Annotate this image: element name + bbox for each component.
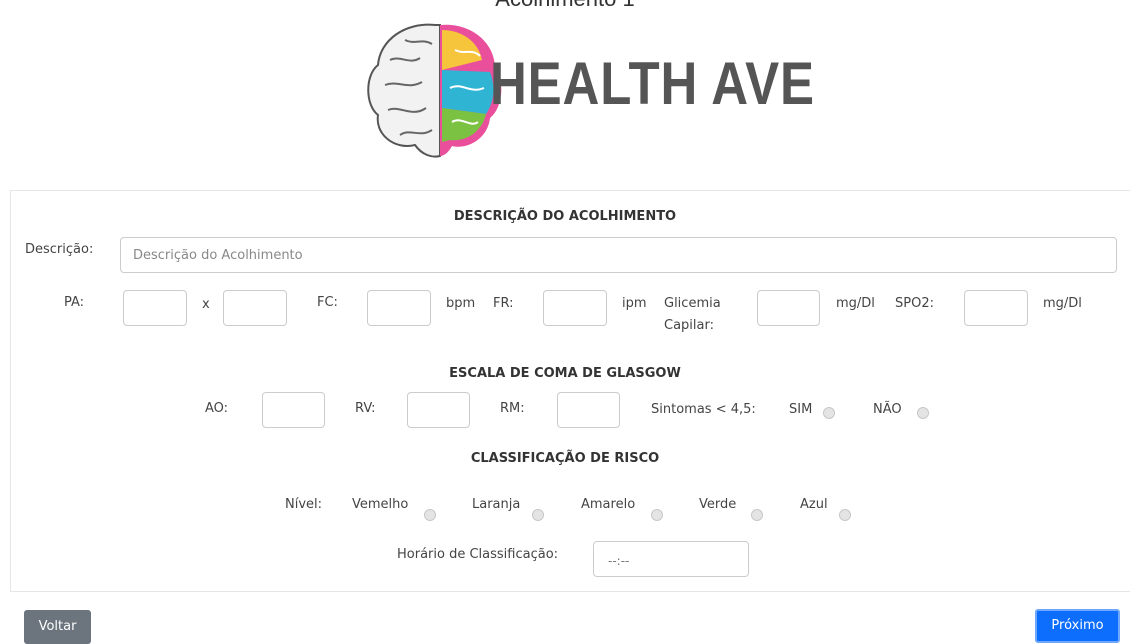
fr-input[interactable] (543, 290, 607, 326)
glicemia-input[interactable] (757, 290, 820, 326)
rm-input[interactable] (557, 392, 620, 428)
fc-label: FC: (317, 295, 338, 310)
level-label-azul: Azul (800, 497, 828, 512)
nao-radio[interactable] (917, 407, 929, 419)
level-label: Nível: (285, 497, 323, 512)
level-label-amarelo: Amarelo (581, 497, 636, 512)
description-label: Descrição: (25, 242, 94, 257)
next-button[interactable]: Próximo (1035, 609, 1120, 643)
ao-label: AO: (205, 401, 229, 416)
level-radio-laranja[interactable] (532, 509, 544, 521)
fc-input[interactable] (367, 290, 431, 326)
level-radio-verde[interactable] (751, 509, 763, 521)
level-radio-vermelho[interactable] (424, 509, 436, 521)
rm-label: RM: (500, 401, 525, 416)
fr-label: FR: (493, 296, 514, 311)
rv-input[interactable] (407, 392, 470, 428)
bpm-unit: bpm (446, 296, 476, 311)
level-label-vermelho: Vemelho (352, 497, 409, 512)
sim-radio[interactable] (823, 407, 835, 419)
level-label-verde: Verde (699, 497, 737, 512)
glicemia-unit: mg/Dl (836, 296, 875, 311)
level-radio-amarelo[interactable] (651, 509, 663, 521)
section-title-description: DESCRIÇÃO DO ACOLHIMENTO (453, 209, 677, 224)
classification-time-label: Horário de Classificação: (397, 547, 559, 562)
brand-name: HEALTH AVE (490, 50, 815, 117)
level-radio-azul[interactable] (839, 509, 851, 521)
ipm-unit: ipm (622, 296, 647, 311)
spo2-input[interactable] (964, 290, 1028, 326)
pa-systolic-input[interactable] (123, 290, 187, 326)
spo2-label: SPO2: (895, 296, 934, 311)
ao-input[interactable] (262, 392, 325, 428)
rv-label: RV: (355, 401, 376, 416)
pa-label: PA: (64, 295, 85, 310)
sim-label: SIM (789, 402, 813, 417)
glicemia-label-line2: Capilar: (664, 318, 714, 333)
classification-time-input[interactable]: --:-- (593, 541, 749, 577)
pa-diastolic-input[interactable] (223, 290, 287, 326)
glicemia-label-line1: Glicemia (664, 296, 721, 311)
level-label-laranja: Laranja (472, 497, 521, 512)
section-title-risk: CLASSIFICAÇÃO DE RISCO (470, 451, 660, 466)
symptoms-label: Sintomas < 4,5: (651, 402, 756, 417)
pa-x-label: x (202, 297, 210, 312)
description-input[interactable] (120, 237, 1117, 273)
nao-label: NÃO (873, 402, 902, 417)
back-button[interactable]: Voltar (24, 610, 91, 644)
spo2-unit: mg/Dl (1043, 296, 1082, 311)
section-title-glasgow: ESCALA DE COMA DE GLASGOW (449, 366, 681, 381)
